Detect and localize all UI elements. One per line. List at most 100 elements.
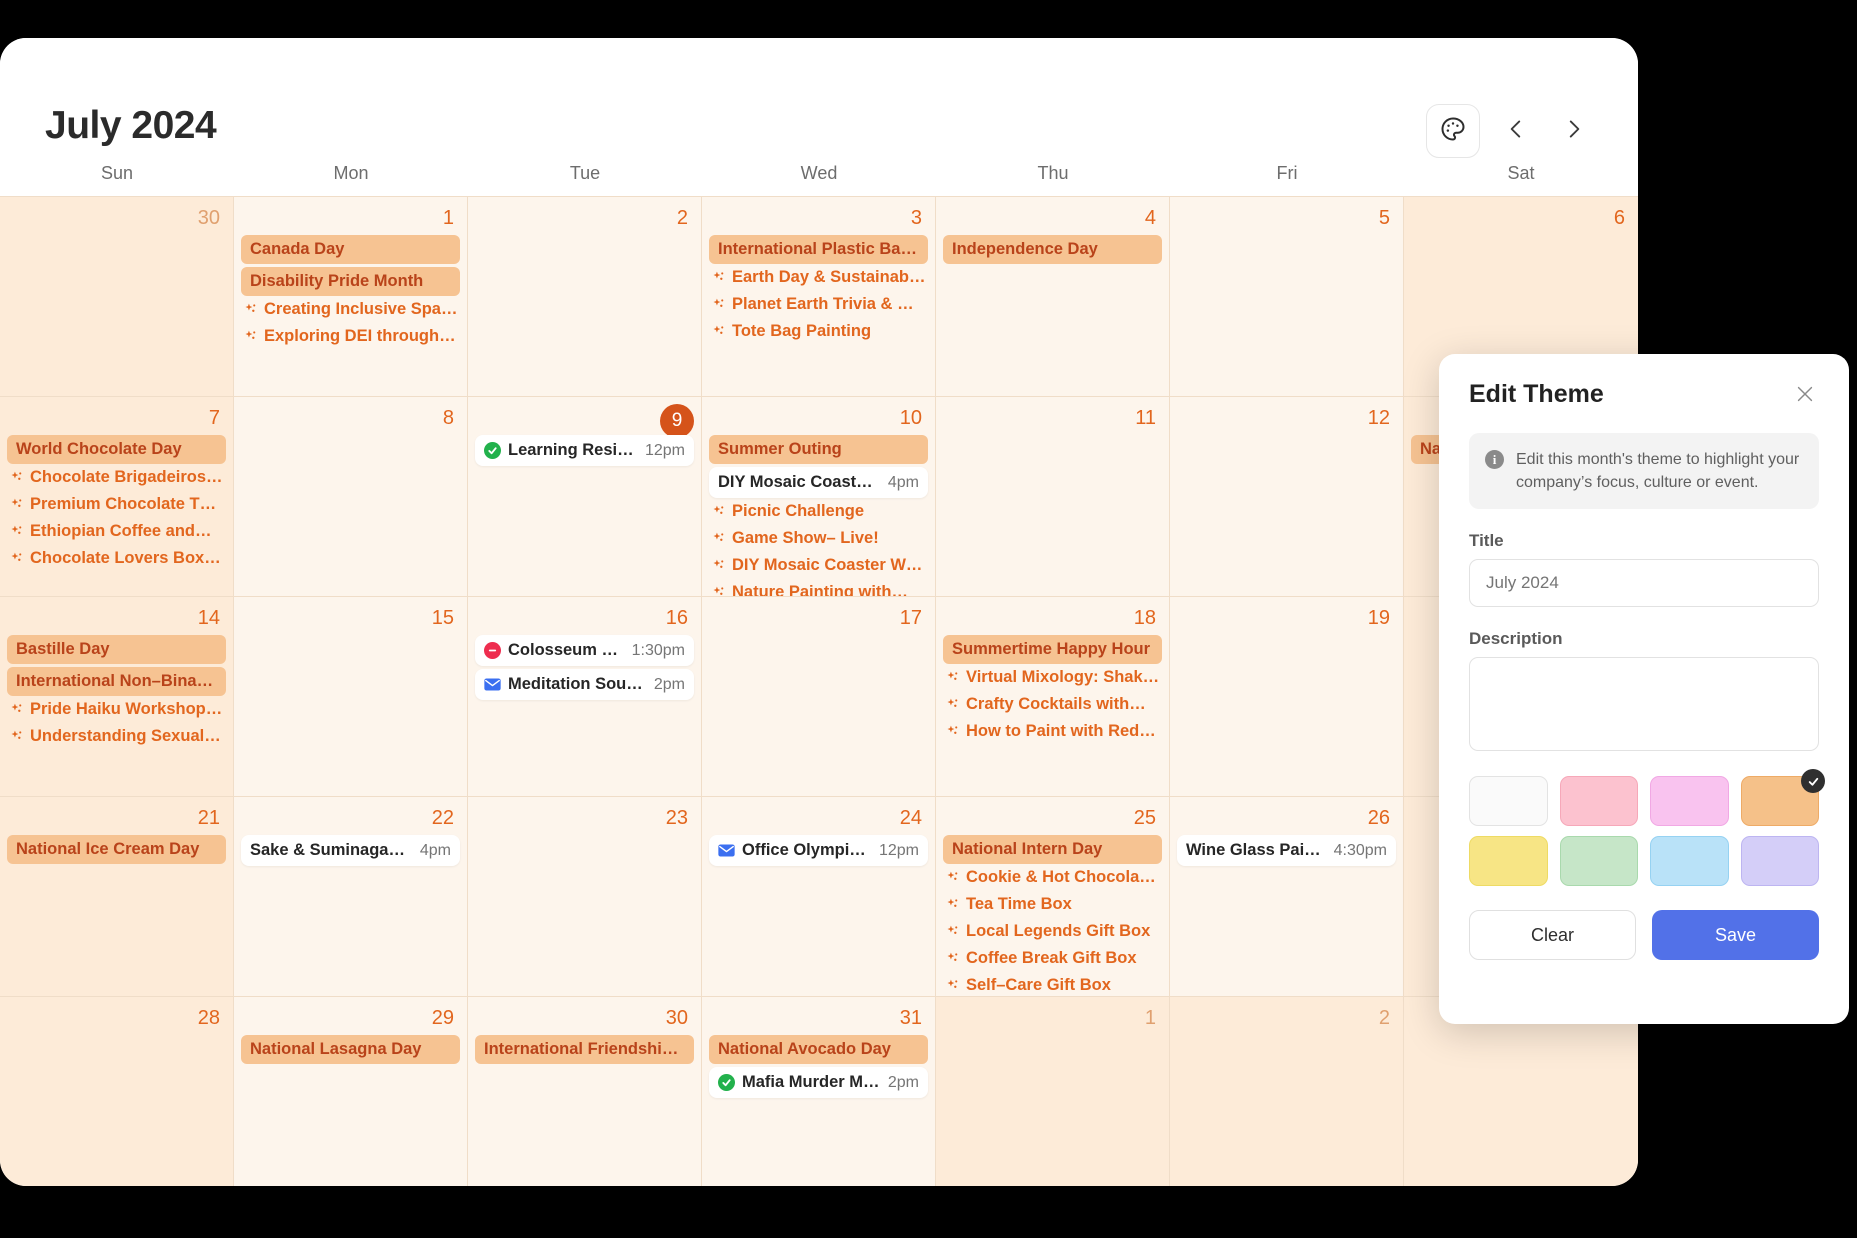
calendar-day-cell[interactable]: 2 [468, 197, 702, 396]
calendar-day-cell[interactable]: 19 [1170, 597, 1404, 796]
suggested-activity[interactable]: Crafty Cocktails with… [943, 694, 1162, 718]
suggested-activity[interactable]: How to Paint with Red… [943, 721, 1162, 745]
color-swatch-orange[interactable] [1740, 769, 1825, 827]
holiday-chip[interactable]: International Friendship… [475, 1035, 694, 1064]
suggested-activity[interactable]: Creating Inclusive Spa… [241, 299, 460, 323]
calendar-day-cell[interactable]: 26 Wine Glass Paint… 4:30pm [1170, 797, 1404, 996]
color-swatch-green[interactable] [1559, 836, 1638, 887]
suggested-activity[interactable]: Tea Time Box [943, 894, 1162, 918]
suggested-activity[interactable]: Local Legends Gift Box [943, 921, 1162, 945]
event-card[interactable]: Sake & Suminagashi… 4pm [241, 835, 460, 866]
holiday-chip[interactable]: Summertime Happy Hour [943, 635, 1162, 664]
suggested-activity[interactable]: Exploring DEI through… [241, 326, 460, 350]
calendar-day-cell[interactable]: 23 [468, 797, 702, 996]
calendar-day-cell[interactable]: 3 International Plastic Bag… Earth Day & S… [702, 197, 936, 396]
event-card[interactable]: Wine Glass Paint… 4:30pm [1177, 835, 1396, 866]
edit-theme-button[interactable] [1426, 104, 1480, 158]
suggested-activity[interactable]: Tote Bag Painting [709, 321, 928, 345]
event-card[interactable]: Mafia Murder My… 2pm [709, 1067, 928, 1098]
suggested-activity[interactable]: Virtual Mixology: Shak… [943, 667, 1162, 691]
holiday-chip[interactable]: Independence Day [943, 235, 1162, 264]
event-title: DIY Mosaic Coaster… [718, 473, 881, 491]
event-card[interactable]: Meditation Soun… 2pm [475, 669, 694, 700]
holiday-chip[interactable]: World Chocolate Day [7, 435, 226, 464]
holiday-chip[interactable]: Bastille Day [7, 635, 226, 664]
event-card[interactable]: Office Olympics… 12pm [709, 835, 928, 866]
color-swatch-white[interactable] [1469, 776, 1548, 827]
holiday-chip[interactable]: National Avocado Day [709, 1035, 928, 1064]
color-swatch-purple[interactable] [1740, 836, 1819, 887]
color-swatch-pink[interactable] [1559, 776, 1638, 827]
suggested-activity[interactable]: Game Show– Live! [709, 528, 928, 552]
suggested-activity[interactable]: Self–Care Gift Box [943, 975, 1162, 996]
suggested-activity[interactable]: Coffee Break Gift Box [943, 948, 1162, 972]
suggested-activity[interactable]: Understanding Sexual… [7, 726, 226, 750]
color-swatch-yellow[interactable] [1469, 836, 1548, 887]
calendar-day-cell[interactable]: 17 [702, 597, 936, 796]
calendar-day-cell[interactable]: 10 Summer Outing DIY Mosaic Coaster… 4pm Pic… [702, 397, 936, 596]
calendar-day-cell[interactable]: 5 [1170, 197, 1404, 396]
calendar-day-cell[interactable]: 15 [234, 597, 468, 796]
calendar-day-cell[interactable]: 25 National Intern Day Cookie & Hot Chocol… [936, 797, 1170, 996]
calendar-day-cell[interactable]: 16 Colosseum &… 1:30pm Meditation Soun… 2pm [468, 597, 702, 796]
day-events: National Avocado Day Mafia Murder My… 2pm [709, 1035, 928, 1098]
close-panel-button[interactable] [1791, 380, 1819, 413]
title-field-label: Title [1469, 531, 1504, 551]
calendar-day-cell[interactable]: 30 [0, 197, 234, 396]
color-swatch-magenta[interactable] [1650, 776, 1729, 827]
holiday-chip[interactable]: International Non–Binary… [7, 667, 226, 696]
event-time: 2pm [653, 675, 685, 693]
calendar-day-cell[interactable]: 7 World Chocolate Day Chocolate Brigadeiro… [0, 397, 234, 596]
suggested-activity[interactable]: Premium Chocolate T… [7, 494, 226, 518]
calendar-day-cell[interactable]: 28 [0, 997, 234, 1186]
suggested-activity[interactable]: Ethiopian Coffee and… [7, 521, 226, 545]
calendar-day-cell[interactable]: 4 Independence Day [936, 197, 1170, 396]
date-number: 10 [899, 407, 922, 429]
title-input[interactable] [1469, 559, 1819, 608]
calendar-card: July 2024 Sun Mon Tue Wed Thu Fri Sat 30… [0, 38, 1638, 1186]
calendar-day-cell[interactable]: 8 [234, 397, 468, 596]
save-button[interactable]: Save [1652, 910, 1819, 961]
suggested-activity[interactable]: Earth Day & Sustainab… [709, 267, 928, 291]
suggested-activity[interactable]: Planet Earth Trivia & G… [709, 294, 928, 318]
calendar-day-cell[interactable]: 18 Summertime Happy Hour Virtual Mixology:… [936, 597, 1170, 796]
calendar-day-cell[interactable]: 1 Canada Day Disability Pride Month Creatin… [234, 197, 468, 396]
holiday-chip[interactable]: Canada Day [241, 235, 460, 264]
event-card[interactable]: DIY Mosaic Coaster… 4pm [709, 467, 928, 498]
calendar-day-cell[interactable]: 22 Sake & Suminagashi… 4pm [234, 797, 468, 996]
suggested-activity[interactable]: DIY Mosaic Coaster W… [709, 555, 928, 579]
holiday-chip[interactable]: National Intern Day [943, 835, 1162, 864]
calendar-day-cell[interactable]: 9 Learning Resilie… 12pm [468, 397, 702, 596]
holiday-chip[interactable]: National Lasagna Day [241, 1035, 460, 1064]
holiday-chip[interactable]: National Ice Cream Day [7, 835, 226, 864]
calendar-day-cell[interactable]: 11 [936, 397, 1170, 596]
clear-button[interactable]: Clear [1469, 910, 1636, 961]
holiday-chip[interactable]: Disability Pride Month [241, 267, 460, 296]
calendar-day-cell[interactable]: 21 National Ice Cream Day [0, 797, 234, 996]
calendar-day-cell[interactable]: 1 [936, 997, 1170, 1186]
holiday-chip[interactable]: International Plastic Bag… [709, 235, 928, 264]
calendar-day-cell[interactable]: 2 [1170, 997, 1404, 1186]
suggested-activity[interactable]: Cookie & Hot Chocola… [943, 867, 1162, 891]
calendar-day-cell[interactable]: 3 [1404, 997, 1638, 1186]
suggested-activity[interactable]: Chocolate Lovers Box… [7, 548, 226, 572]
calendar-day-cell[interactable]: 14 Bastille Day International Non–Binary… P… [0, 597, 234, 796]
suggested-activity[interactable]: Nature Painting with… [709, 582, 928, 596]
event-card[interactable]: Colosseum &… 1:30pm [475, 635, 694, 666]
prev-month-button[interactable] [1494, 109, 1538, 153]
calendar-day-cell[interactable]: 24 Office Olympics… 12pm [702, 797, 936, 996]
suggested-activity[interactable]: Chocolate Brigadeiros… [7, 467, 226, 491]
suggested-activity[interactable]: Picnic Challenge [709, 501, 928, 525]
event-time: 2pm [887, 1073, 919, 1091]
calendar-day-cell[interactable]: 12 [1170, 397, 1404, 596]
event-card[interactable]: Learning Resilie… 12pm [475, 435, 694, 466]
date-number: 2 [676, 207, 688, 229]
suggested-activity[interactable]: Pride Haiku Workshop… [7, 699, 226, 723]
next-month-button[interactable] [1552, 109, 1596, 153]
calendar-day-cell[interactable]: 30 International Friendship… [468, 997, 702, 1186]
calendar-day-cell[interactable]: 31 National Avocado Day Mafia Murder My… 2p… [702, 997, 936, 1186]
holiday-chip[interactable]: Summer Outing [709, 435, 928, 464]
color-swatch-blue[interactable] [1650, 836, 1729, 887]
calendar-day-cell[interactable]: 29 National Lasagna Day [234, 997, 468, 1186]
description-input[interactable] [1469, 657, 1819, 752]
